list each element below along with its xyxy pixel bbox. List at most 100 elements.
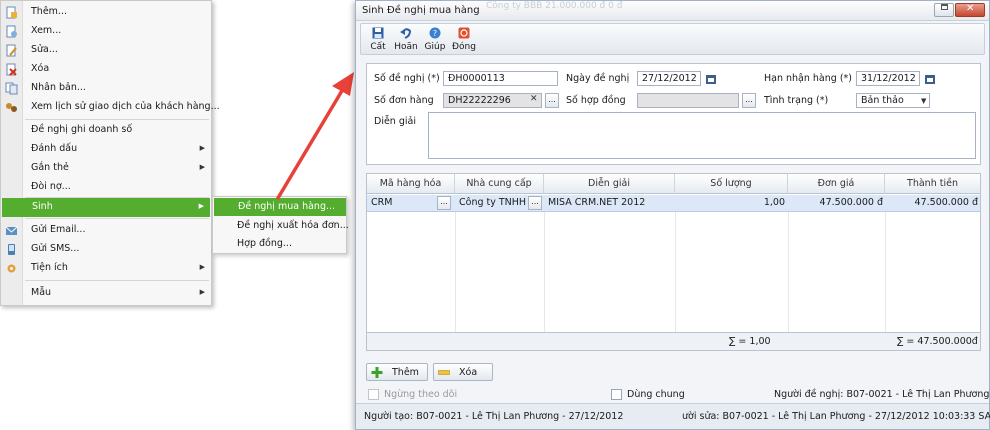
contract-picker-button[interactable]: ... — [742, 93, 756, 108]
menu-item-send-email[interactable]: Gửi Email... — [1, 221, 211, 240]
grid-divider — [455, 212, 456, 332]
help-button[interactable]: ? Giúp — [420, 25, 450, 55]
menu-item-label: Sửa... — [31, 44, 58, 55]
column-header-supplier[interactable]: Nhà cung cấp — [455, 174, 544, 194]
undo-label: Hoãn — [394, 42, 418, 52]
menu-item-label: Nhân bản... — [31, 82, 86, 93]
unit-price-cell[interactable]: 47.500.000 đ — [790, 195, 883, 212]
menu-item-label: Mẫu — [31, 287, 52, 298]
request-number-input[interactable]: ĐH0000113 — [443, 71, 558, 86]
column-header-item-code[interactable]: Mã hàng hóa — [367, 174, 455, 194]
delete-doc-icon — [6, 63, 17, 76]
column-header-quantity[interactable]: Số lượng — [675, 174, 788, 194]
help-label: Giúp — [424, 42, 446, 52]
exit-icon — [458, 27, 470, 39]
submenu-item-contract[interactable]: Hợp đồng... — [213, 235, 346, 253]
menu-item-view[interactable]: Xem... — [1, 22, 211, 41]
stop-tracking-checkbox[interactable] — [368, 389, 379, 400]
shared-checkbox[interactable] — [611, 389, 622, 400]
menu-item-sales-request[interactable]: Đề nghị ghi doanh số — [1, 121, 211, 140]
submenu-arrow-icon: ▶ — [199, 144, 205, 152]
request-number-label: Số đề nghị (*) — [374, 73, 440, 84]
add-row-button[interactable]: Thêm — [366, 363, 428, 381]
table-row[interactable]: CRM ... Công ty TNHH ... MISA CRM.NET 20… — [367, 195, 980, 212]
description-cell[interactable]: MISA CRM.NET 2012 — [548, 195, 673, 212]
menu-item-debt[interactable]: Đòi nợ... — [1, 178, 211, 197]
order-number-input[interactable]: DH22222296 — [443, 93, 542, 108]
supplier-cell[interactable]: Công ty TNHH — [459, 195, 527, 212]
item-picker-button[interactable]: ... — [437, 196, 451, 210]
submenu-item-label: Hợp đồng... — [237, 238, 292, 249]
request-date-input[interactable]: 27/12/2012 — [637, 71, 701, 86]
menu-separator — [25, 280, 209, 281]
restore-button[interactable] — [934, 3, 954, 17]
quantity-total: ∑ = 1,00 — [729, 336, 771, 347]
pointer-arrow-icon — [276, 72, 354, 200]
grid-divider — [885, 212, 886, 332]
menu-item-add[interactable]: Thêm... — [1, 3, 211, 22]
request-date-label: Ngày đề nghị — [566, 73, 630, 84]
menu-item-label: Gửi Email... — [31, 224, 86, 235]
menu-item-template[interactable]: Mẫu ▶ — [1, 284, 211, 303]
menu-item-mark[interactable]: Đánh dấu ▶ — [1, 140, 211, 159]
email-icon — [5, 226, 18, 235]
save-label: Cất — [370, 42, 386, 52]
calendar-icon[interactable] — [924, 73, 936, 85]
contract-number-input[interactable] — [637, 93, 739, 108]
restore-icon — [941, 4, 948, 10]
column-header-description[interactable]: Diễn giải — [544, 174, 675, 194]
undo-button[interactable]: Hoãn — [391, 25, 421, 55]
modified-by-text: ười sửa: B07-0021 - Lê Thị Lan Phương - … — [682, 411, 990, 422]
created-by-text: Người tạo: B07-0021 - Lê Thị Lan Phương … — [364, 411, 624, 422]
request-info-form: Số đề nghị (*) ĐH0000113 Ngày đề nghị 27… — [366, 63, 981, 165]
delete-row-label: Xóa — [459, 367, 478, 378]
menu-item-history[interactable]: Xem lịch sử giao dịch của khách hàng... — [1, 98, 220, 117]
menu-item-label: Xem... — [31, 25, 62, 36]
calendar-icon[interactable] — [705, 73, 717, 85]
column-header-unit-price[interactable]: Đơn giá — [788, 174, 885, 194]
menu-separator — [25, 218, 209, 219]
close-label: Đóng — [452, 42, 476, 52]
submenu-arrow-icon: ▶ — [199, 263, 205, 271]
close-window-button[interactable]: ✕ — [955, 3, 985, 17]
shared-label: Dùng chung — [627, 389, 685, 400]
save-button[interactable]: Cất — [363, 25, 393, 55]
menu-item-label: Tiện ích — [31, 262, 68, 273]
menu-item-label: Đòi nợ... — [31, 181, 71, 192]
item-code-cell[interactable]: CRM — [371, 195, 431, 212]
menu-item-send-sms[interactable]: Gửi SMS... — [1, 240, 211, 259]
status-label: Tình trạng (*) — [764, 95, 829, 106]
order-picker-button[interactable]: ... — [545, 93, 559, 108]
svg-text:?: ? — [433, 29, 437, 38]
utility-icon — [7, 264, 16, 273]
column-header-amount[interactable]: Thành tiền — [885, 174, 980, 194]
history-icon — [6, 103, 17, 112]
close-icon: ✕ — [966, 3, 975, 14]
status-select[interactable]: Bản thảo — [856, 93, 930, 108]
delivery-deadline-input[interactable]: 31/12/2012 — [856, 71, 920, 86]
submenu-arrow-icon: ▶ — [199, 163, 205, 171]
grid-divider — [544, 212, 545, 332]
submenu-arrow-icon: ▶ — [199, 288, 205, 296]
menu-item-label: Xóa — [31, 63, 50, 74]
clear-icon[interactable]: ✕ — [530, 94, 538, 104]
description-textarea[interactable] — [428, 112, 976, 159]
menu-item-duplicate[interactable]: Nhân bản... — [1, 79, 211, 98]
add-doc-icon — [6, 6, 17, 19]
contract-number-label: Số hợp đồng — [566, 95, 626, 106]
menu-item-utilities[interactable]: Tiện ích ▶ — [1, 259, 211, 278]
quantity-cell[interactable]: 1,00 — [677, 195, 785, 212]
menu-item-edit[interactable]: Sửa... — [1, 41, 211, 60]
amount-cell[interactable]: 47.500.000 đ — [887, 195, 978, 212]
add-row-label: Thêm — [392, 367, 419, 378]
menu-item-delete[interactable]: Xóa — [1, 60, 211, 79]
plus-icon — [371, 367, 383, 378]
delete-row-button[interactable]: Xóa — [433, 363, 493, 381]
menu-item-label: Đề nghị ghi doanh số — [31, 124, 133, 135]
supplier-picker-button[interactable]: ... — [528, 196, 542, 210]
menu-item-tag[interactable]: Gắn thẻ ▶ — [1, 159, 211, 178]
submenu-item-invoice-request[interactable]: Đề nghị xuất hóa đơn... — [213, 217, 349, 235]
close-button[interactable]: Đóng — [449, 25, 479, 55]
help-icon: ? — [429, 27, 441, 39]
menu-item-generate[interactable]: Sinh ▶ — [2, 198, 210, 217]
